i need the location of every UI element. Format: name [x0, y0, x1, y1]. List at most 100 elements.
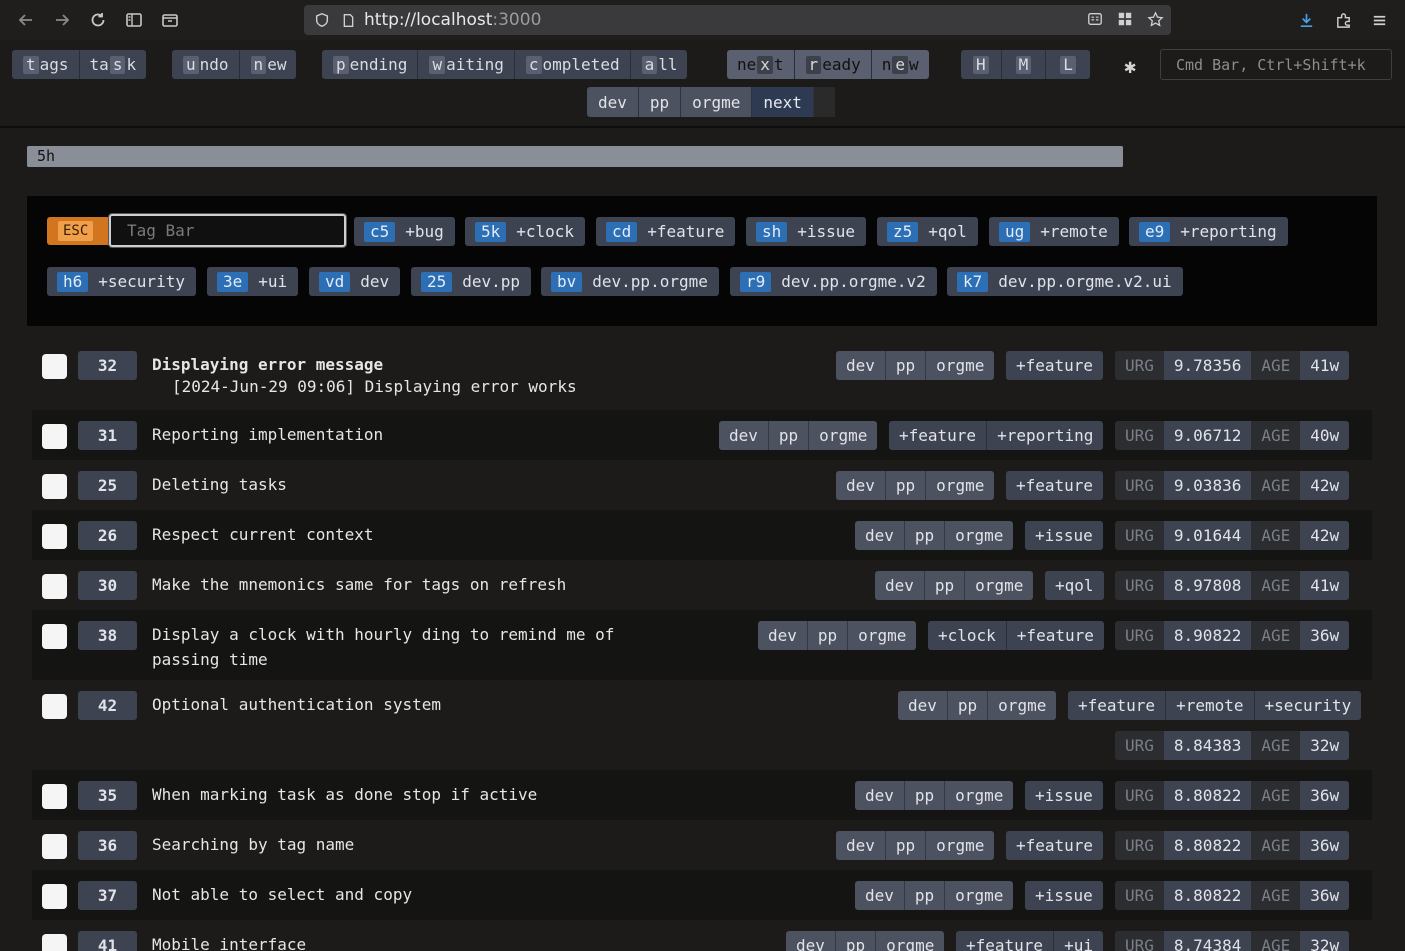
task-checkbox[interactable]: [42, 694, 67, 719]
task-tag[interactable]: +feature: [1068, 691, 1165, 720]
project-part[interactable]: dev: [855, 881, 904, 910]
task-checkbox[interactable]: [42, 524, 67, 549]
task-id[interactable]: 37: [78, 881, 137, 910]
tag-chip-dev-pp-orgme-v2[interactable]: r9 dev.pp.orgme.v2: [730, 267, 937, 296]
tag-chip-reporting[interactable]: e9 +reporting: [1129, 217, 1288, 246]
task-description[interactable]: When marking task as done stop if active: [152, 782, 537, 807]
project-part[interactable]: orgme: [925, 351, 994, 380]
all-filter-button[interactable]: a ll: [629, 50, 688, 79]
reload-icon[interactable]: [80, 0, 116, 40]
project-part[interactable]: pp: [806, 621, 847, 650]
task-row[interactable]: 26 Respect current context dev pp orgme …: [32, 510, 1372, 560]
task-tag[interactable]: +feature: [889, 421, 986, 450]
task-row[interactable]: 30 Make the mnemonics same for tags on r…: [32, 560, 1372, 610]
project-part[interactable]: dev: [855, 521, 904, 550]
address-bar[interactable]: http://localhost:3000: [304, 5, 1171, 35]
project-part[interactable]: orgme: [808, 421, 877, 450]
new-button[interactable]: n ew: [238, 50, 297, 79]
task-id[interactable]: 25: [78, 471, 137, 500]
task-tag[interactable]: +clock: [928, 621, 1006, 650]
waiting-filter-button[interactable]: w aiting: [417, 50, 513, 79]
tag-chip-security[interactable]: h6 +security: [47, 267, 196, 296]
project-part[interactable]: pp: [834, 931, 875, 951]
project-part[interactable]: pp: [903, 781, 944, 810]
task-checkbox[interactable]: [42, 784, 67, 809]
project-part[interactable]: dev: [875, 571, 924, 600]
project-part[interactable]: pp: [767, 421, 808, 450]
project-part[interactable]: dev: [836, 471, 885, 500]
back-icon[interactable]: [8, 0, 44, 40]
task-id[interactable]: 26: [78, 521, 137, 550]
task-tag[interactable]: +feature: [956, 931, 1053, 951]
task-tag[interactable]: +feature: [1006, 351, 1103, 380]
task-description[interactable]: Mobile interface: [152, 932, 306, 951]
project-part[interactable]: orgme: [944, 521, 1013, 550]
extension-icon[interactable]: [1333, 10, 1353, 30]
project-part[interactable]: dev: [786, 931, 835, 951]
project-part[interactable]: dev: [719, 421, 768, 450]
project-part[interactable]: dev: [758, 621, 807, 650]
context-dev[interactable]: dev: [587, 87, 638, 117]
tab-manager-icon[interactable]: [152, 0, 188, 40]
task-id[interactable]: 38: [78, 621, 137, 650]
task-description[interactable]: Respect current context: [152, 522, 374, 547]
task-row[interactable]: 35 When marking task as done stop if act…: [32, 770, 1372, 820]
tag-chip-dev-pp[interactable]: 25 dev.pp: [411, 267, 532, 296]
priority-high-button[interactable]: H: [961, 50, 1001, 79]
project-part[interactable]: orgme: [875, 931, 944, 951]
task-description[interactable]: Reporting implementation: [152, 422, 383, 447]
task-id[interactable]: 35: [78, 781, 137, 810]
tag-chip-ui[interactable]: 3e +ui: [207, 267, 299, 296]
task-button[interactable]: ta s k: [78, 50, 147, 79]
task-row[interactable]: 25 Deleting tasks dev pp orgme +feature …: [32, 460, 1372, 510]
task-id[interactable]: 30: [78, 571, 137, 600]
tag-chip-clock[interactable]: 5k +clock: [465, 217, 586, 246]
new-report-button[interactable]: new: [870, 50, 929, 79]
task-id[interactable]: 41: [78, 931, 137, 951]
task-checkbox[interactable]: [42, 354, 67, 379]
download-icon[interactable]: [1296, 10, 1316, 30]
tag-chip-bug[interactable]: c5 +bug: [354, 217, 455, 246]
task-description[interactable]: Displaying error message: [152, 352, 383, 377]
project-part[interactable]: pp: [884, 471, 925, 500]
project-part[interactable]: dev: [836, 831, 885, 860]
project-part[interactable]: pp: [903, 521, 944, 550]
task-id[interactable]: 31: [78, 421, 137, 450]
task-tag[interactable]: +remote: [1165, 691, 1253, 720]
task-tag[interactable]: +issue: [1025, 521, 1103, 550]
priority-low-button[interactable]: L: [1045, 50, 1090, 79]
project-part[interactable]: pp: [903, 881, 944, 910]
task-checkbox[interactable]: [42, 574, 67, 599]
undo-button[interactable]: u ndo: [172, 50, 239, 79]
context-empty-slot[interactable]: [812, 87, 835, 117]
next-report-button[interactable]: ne x t: [727, 50, 794, 79]
task-row[interactable]: 38 Display a clock with hourly ding to r…: [32, 610, 1372, 680]
project-part[interactable]: orgme: [847, 621, 916, 650]
task-description[interactable]: Display a clock with hourly ding to remi…: [152, 622, 614, 672]
task-tag[interactable]: +feature: [1005, 621, 1104, 650]
task-description[interactable]: Optional authentication system: [152, 692, 441, 717]
task-checkbox[interactable]: [42, 424, 67, 449]
project-part[interactable]: pp: [923, 571, 964, 600]
task-tag[interactable]: +reporting: [986, 421, 1103, 450]
context-pp[interactable]: pp: [637, 87, 680, 117]
asterisk-icon[interactable]: ✱: [1124, 54, 1136, 78]
task-row[interactable]: 42 Optional authentication system dev pp…: [32, 680, 1372, 770]
project-part[interactable]: dev: [855, 781, 904, 810]
task-checkbox[interactable]: [42, 624, 67, 649]
page-icon[interactable]: [338, 10, 358, 30]
menu-icon[interactable]: [1369, 10, 1389, 30]
task-checkbox[interactable]: [42, 934, 67, 951]
task-checkbox[interactable]: [42, 474, 67, 499]
project-part[interactable]: dev: [836, 351, 885, 380]
task-description[interactable]: Deleting tasks: [152, 472, 287, 497]
tag-chip-qol[interactable]: z5 +qol: [877, 217, 978, 246]
tag-chip-issue[interactable]: sh +issue: [746, 217, 867, 246]
completed-filter-button[interactable]: c ompleted: [513, 50, 630, 79]
tag-chip-dev[interactable]: vd dev: [309, 267, 401, 296]
task-description[interactable]: Not able to select and copy: [152, 882, 412, 907]
task-tag[interactable]: +security: [1253, 691, 1362, 720]
shield-icon[interactable]: [312, 10, 332, 30]
bookmark-star-icon[interactable]: [1145, 9, 1165, 29]
task-description[interactable]: Make the mnemonics same for tags on refr…: [152, 572, 566, 597]
